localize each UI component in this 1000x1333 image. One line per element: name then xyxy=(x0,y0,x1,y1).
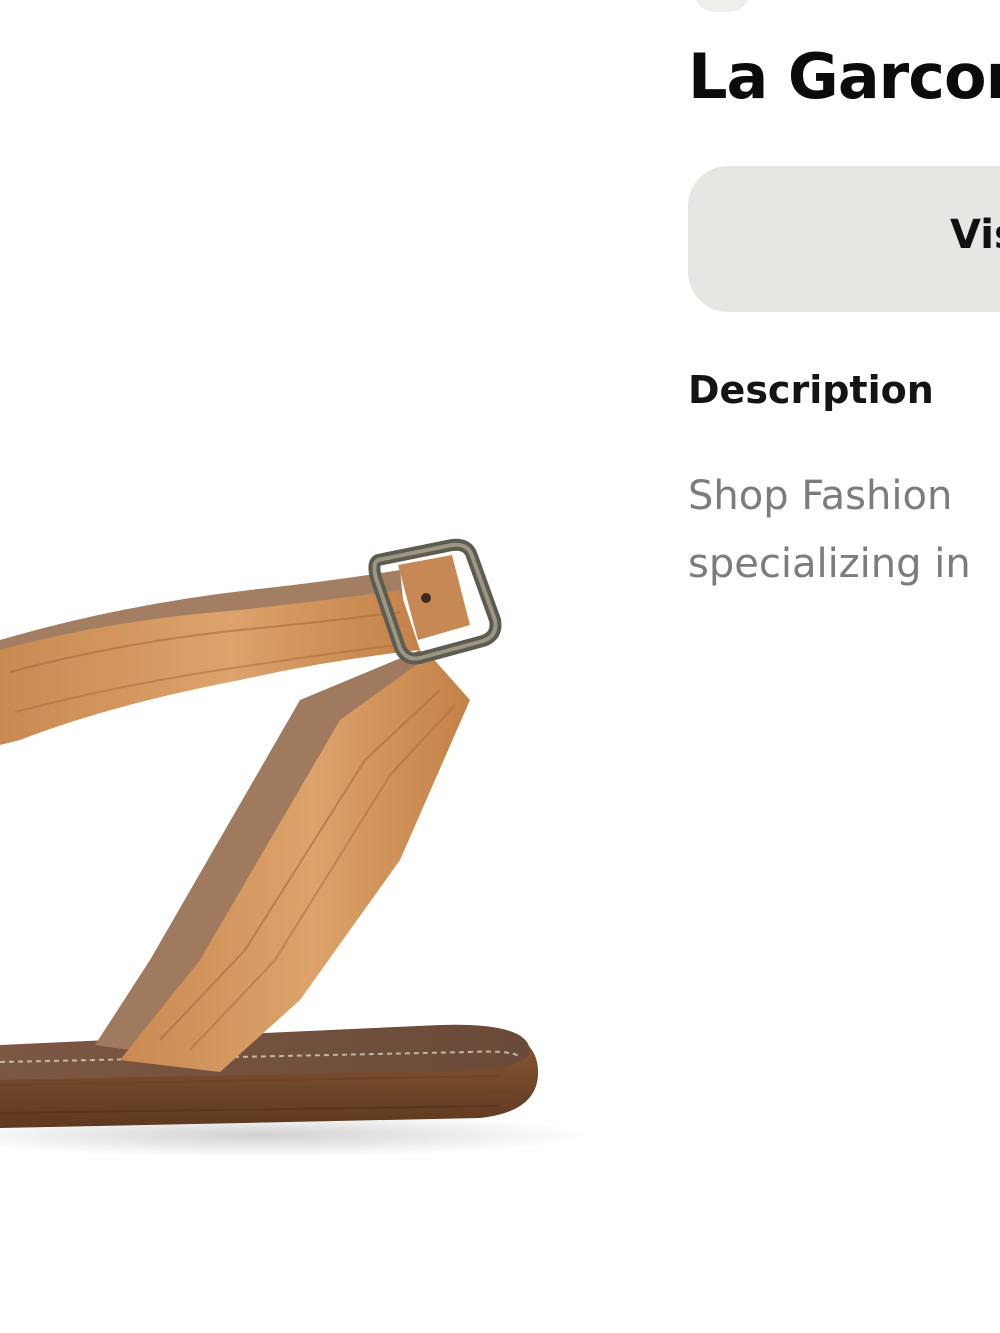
description-heading: Description xyxy=(688,368,934,412)
product-title: La Garcon xyxy=(688,40,1000,113)
description-line: Shop Fashion xyxy=(688,473,953,519)
product-page: La Garcon Vis Description Shop Fashion s… xyxy=(0,0,1000,1333)
description-text: Shop Fashion specializing in xyxy=(688,462,971,598)
visit-button-label: Vis xyxy=(950,212,1000,258)
sandal-illustration xyxy=(0,538,590,1157)
top-pill[interactable] xyxy=(694,0,750,12)
product-image[interactable] xyxy=(0,0,640,1333)
visit-button[interactable]: Vis xyxy=(688,166,1000,312)
description-line: specializing in xyxy=(688,541,971,587)
